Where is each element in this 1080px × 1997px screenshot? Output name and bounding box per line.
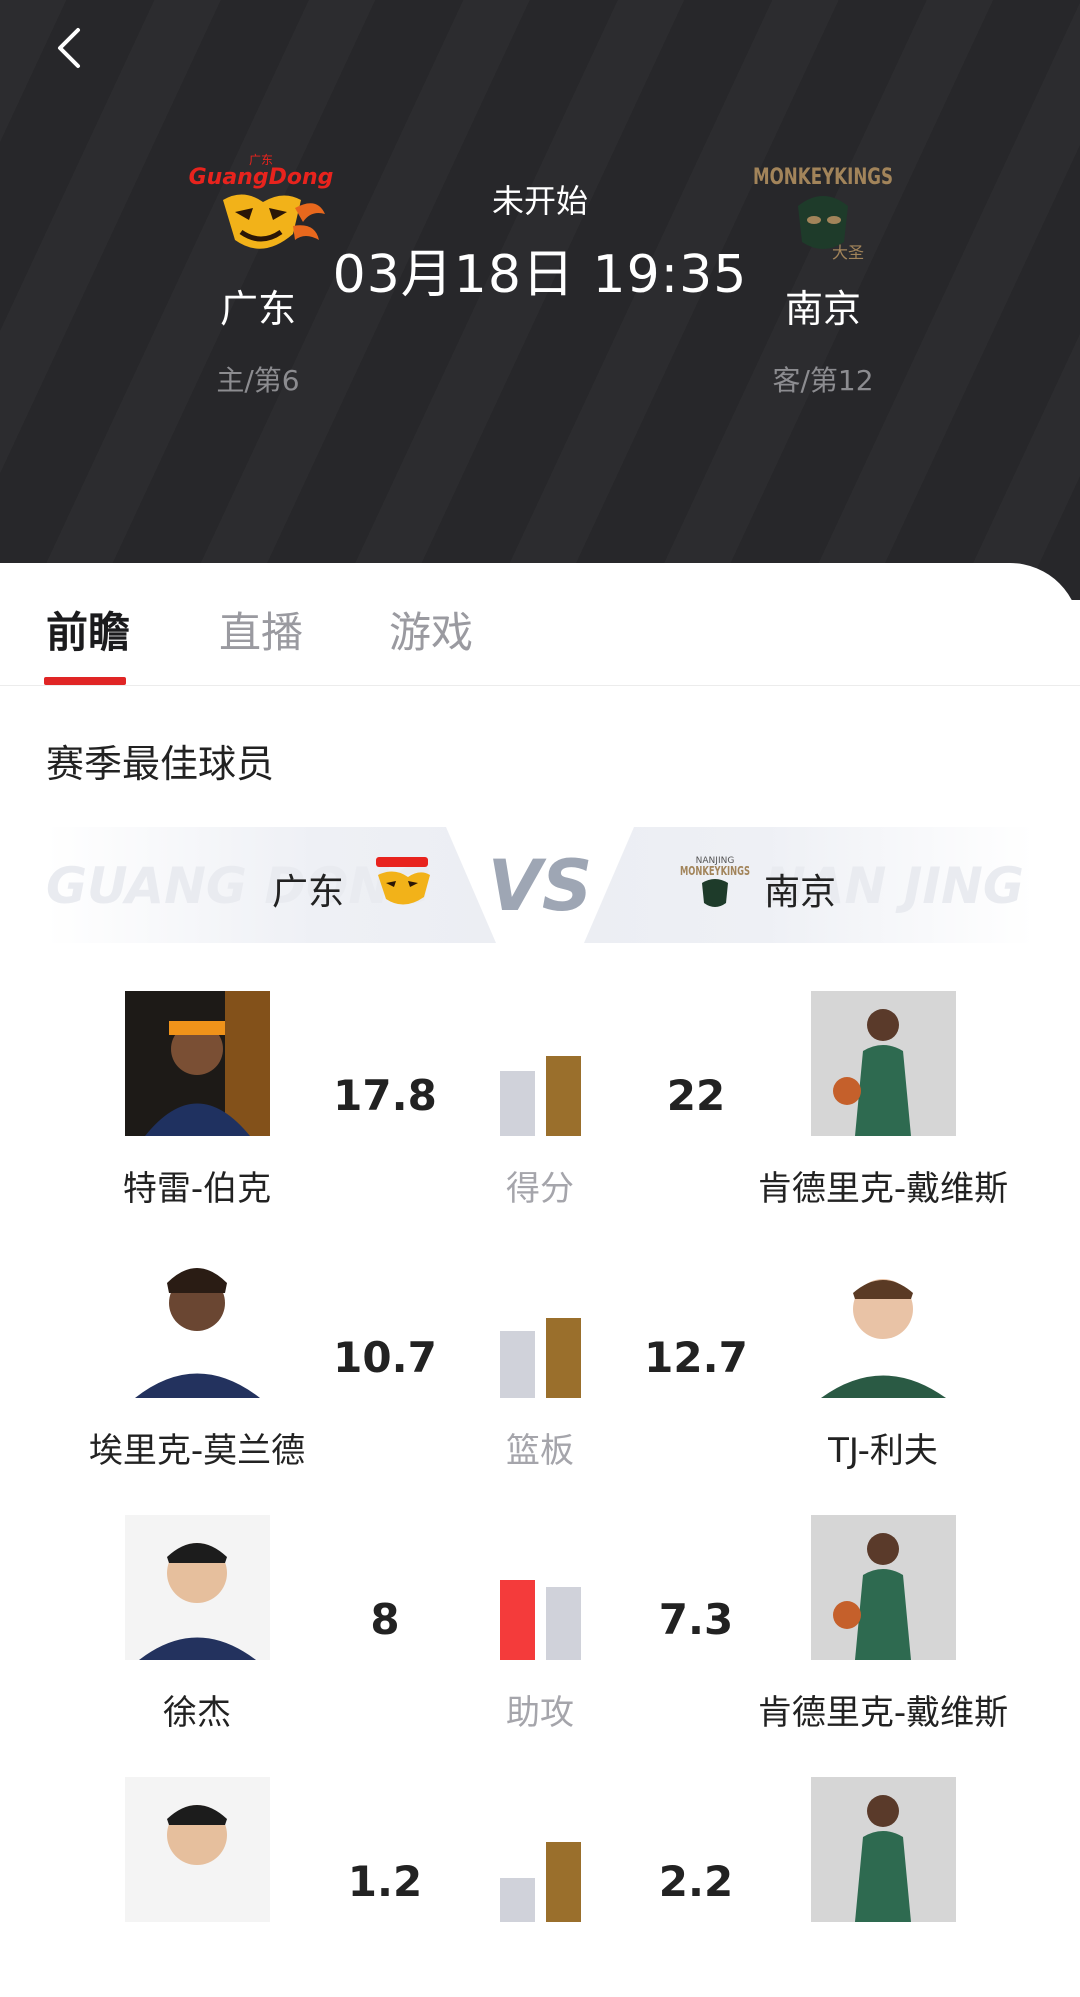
stat-row-assists: 8 7.3 徐杰 助攻 肯德里克-戴维斯 <box>0 1515 1080 1735</box>
tab-preview[interactable]: 前瞻 <box>46 599 130 660</box>
stat-bars <box>500 991 582 1136</box>
home-stat-value: 1.2 <box>347 1857 423 1906</box>
player-photo-icon[interactable] <box>811 1515 956 1660</box>
home-stat-bar <box>500 1331 535 1398</box>
away-stat-bar <box>546 1056 581 1136</box>
stat-label: 得分 <box>506 1169 574 1209</box>
stat-bars <box>500 1777 582 1922</box>
match-header: GuangDong 广东 广东 主/第6 未开始 03月18日 19:35 MO… <box>0 0 1080 600</box>
away-logo-sub: 大圣 <box>832 243 864 262</box>
stat-label: 篮板 <box>506 1431 574 1471</box>
section-title: 赛季最佳球员 <box>46 742 275 786</box>
away-player-name: 肯德里克-戴维斯 <box>757 1169 1009 1209</box>
stat-bars <box>500 1253 582 1398</box>
away-stat-bar <box>546 1587 581 1660</box>
stat-row-fourth: 1.2 2.2 <box>0 1777 1080 1997</box>
back-arrow-icon[interactable] <box>46 22 96 72</box>
tab-game[interactable]: 游戏 <box>389 599 473 660</box>
away-player-name: 肯德里克-戴维斯 <box>757 1693 1009 1733</box>
home-stat-value: 10.7 <box>333 1333 437 1382</box>
away-stat-bar <box>546 1842 581 1922</box>
home-stat-bar <box>500 1580 535 1660</box>
stat-bars <box>500 1515 582 1660</box>
stat-row-rebounds: 10.7 12.7 埃里克-莫兰德 篮板 TJ-利夫 <box>0 1253 1080 1473</box>
away-team-logo: MONKEYKINGS 大圣 <box>753 165 893 262</box>
player-photo-icon[interactable] <box>125 1777 270 1922</box>
active-tab-indicator <box>44 677 126 685</box>
away-stat-value: 7.3 <box>658 1595 734 1644</box>
player-photo-icon[interactable] <box>811 1777 956 1922</box>
home-team-rank: 主/第6 <box>216 364 300 397</box>
player-photo-icon[interactable] <box>125 1515 270 1660</box>
home-stat-value: 8 <box>370 1595 400 1644</box>
home-player-name: 特雷-伯克 <box>122 1169 272 1209</box>
away-logo-wordmark: MONKEYKINGS <box>753 165 893 190</box>
away-stat-value: 12.7 <box>644 1333 748 1382</box>
home-player-name: 徐杰 <box>163 1693 231 1733</box>
away-stat-value: 22 <box>666 1071 726 1120</box>
player-photo-icon[interactable] <box>125 991 270 1136</box>
away-stat-value: 2.2 <box>658 1857 734 1906</box>
player-photo-icon[interactable] <box>125 1253 270 1398</box>
home-player-name: 埃里克-莫兰德 <box>88 1431 306 1471</box>
tab-live[interactable]: 直播 <box>219 599 303 660</box>
away-team[interactable]: MONKEYKINGS 大圣 南京 客/第12 <box>713 150 933 399</box>
home-stat-bar <box>500 1878 535 1922</box>
away-team-name: 南京 <box>784 287 861 331</box>
away-team-rank: 客/第12 <box>772 364 874 397</box>
home-stat-bar <box>500 1071 535 1136</box>
player-photo-icon[interactable] <box>811 1253 956 1398</box>
tab-bar: 前瞻 直播 游戏 <box>0 563 1080 686</box>
away-player-name: TJ-利夫 <box>828 1431 938 1471</box>
player-photo-icon[interactable] <box>811 991 956 1136</box>
away-stat-bar <box>546 1318 581 1398</box>
content-panel: 前瞻 直播 游戏 赛季最佳球员 GUANG DONG 广东 NAN JING N… <box>0 563 1080 1922</box>
vs-banner: GUANG DONG 广东 NAN JING NANJING MONKEYKIN… <box>46 827 1034 943</box>
stat-row-points: 17.8 22 特雷-伯克 得分 肯德里克-戴维斯 <box>0 991 1080 1211</box>
stat-label: 助攻 <box>506 1693 574 1733</box>
home-logo-sub: 广东 <box>249 153 273 167</box>
home-stat-value: 17.8 <box>333 1071 437 1120</box>
vs-label: VS <box>487 845 593 927</box>
